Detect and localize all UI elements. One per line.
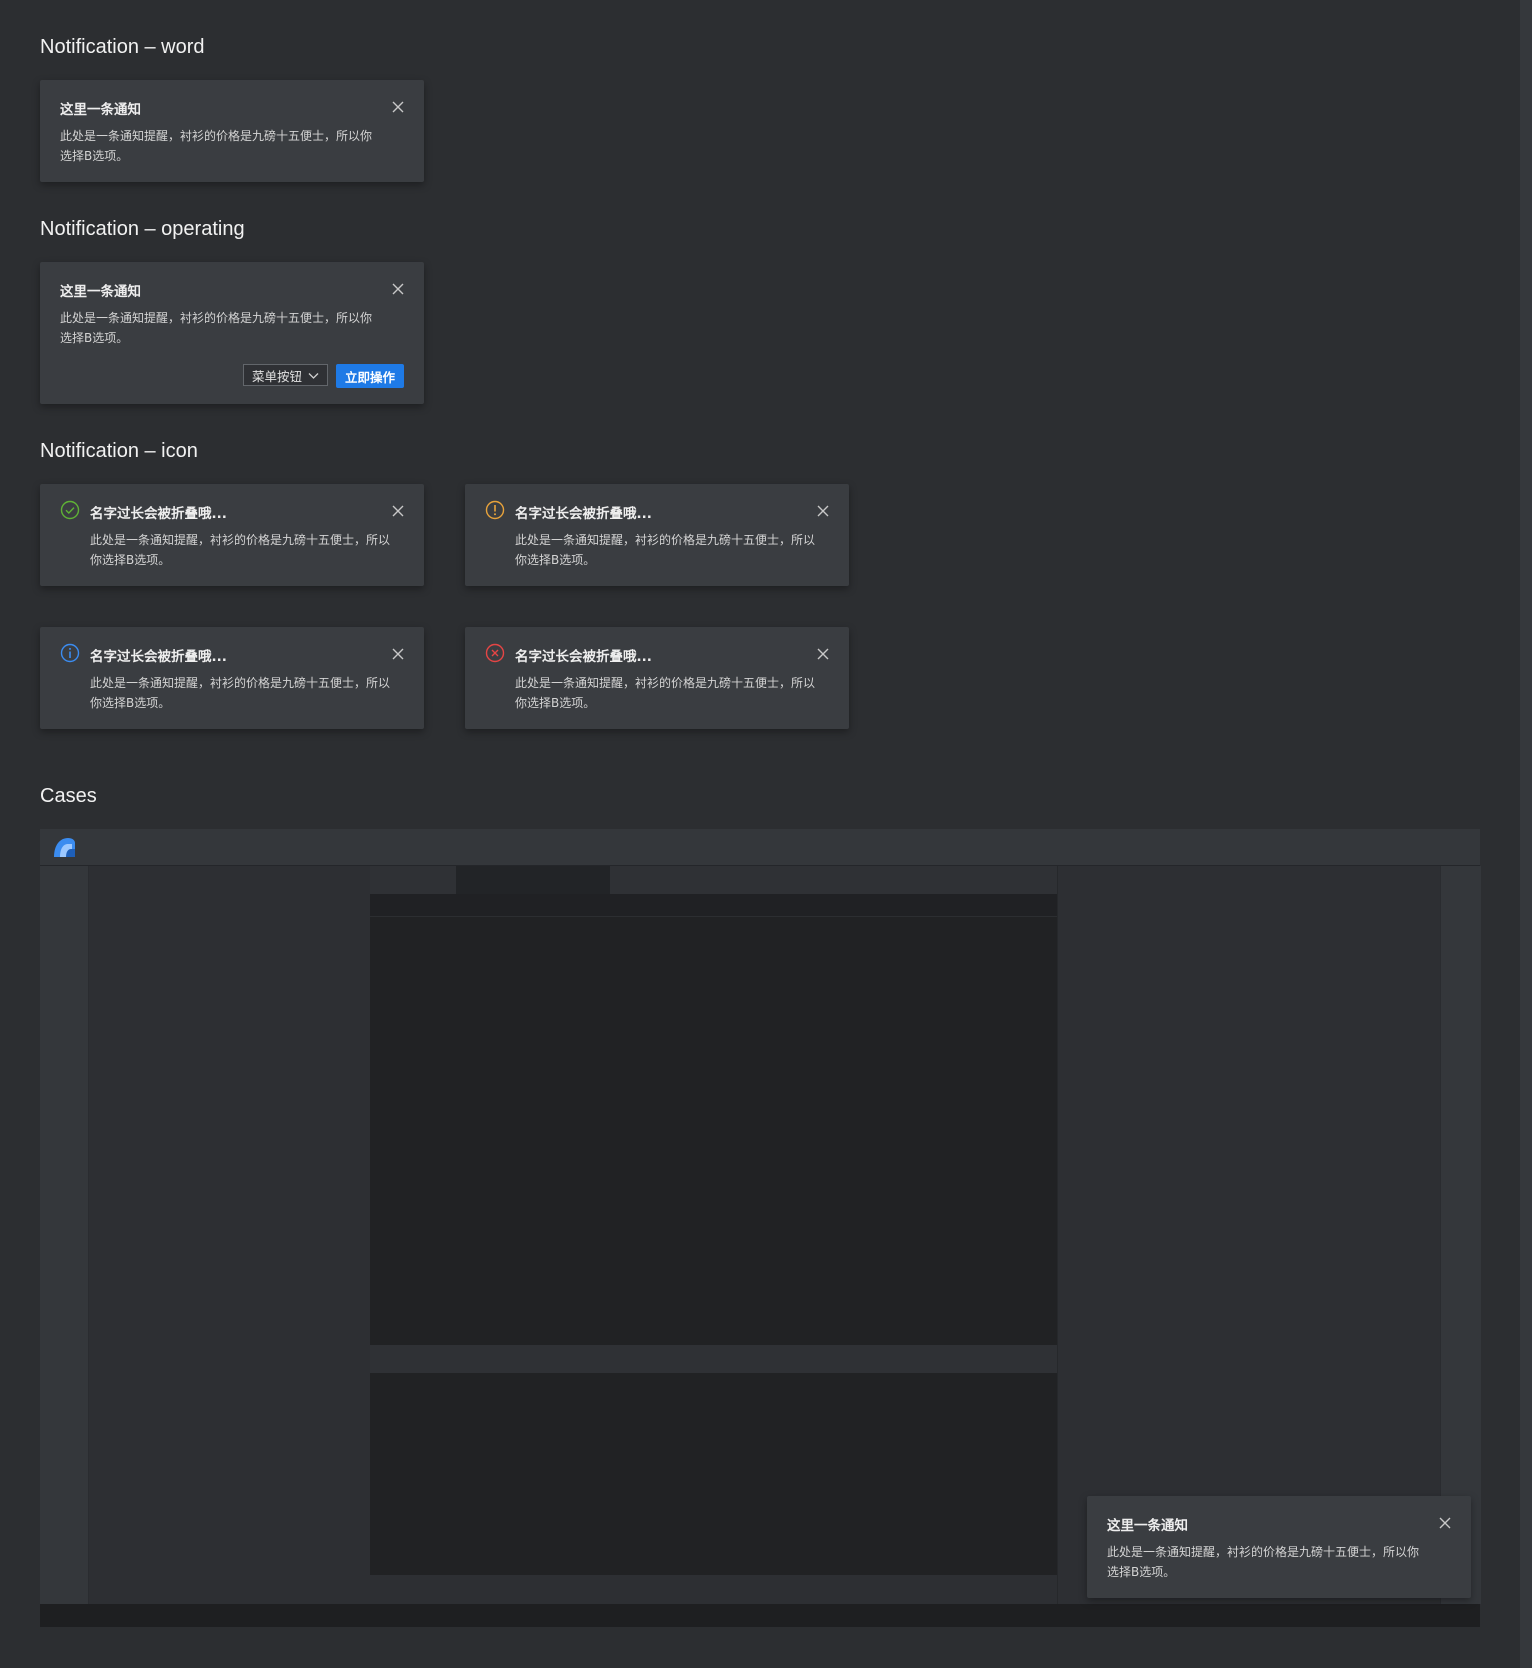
- notification-title: 名字过长会被折叠哦...: [90, 506, 227, 522]
- case-ide-mockup: 这里一条通知 此处是一条通知提醒，衬衫的价格是九磅十五便士，所以你选择B选项。: [40, 829, 1481, 1627]
- bottom-panel: [370, 1373, 1057, 1575]
- notification-body: 此处是一条通知提醒，衬衫的价格是九磅十五便士，所以你选择B选项。: [515, 533, 816, 567]
- notification-info: 名字过长会被折叠哦... 此处是一条通知提醒，衬衫的价格是九磅十五便士，所以你选…: [40, 627, 424, 729]
- section-title-cases: Cases: [40, 785, 97, 807]
- notification-title: 这里一条通知: [60, 284, 141, 300]
- notification-title: 这里一条通知: [1107, 1518, 1188, 1534]
- case-notification: 这里一条通知 此处是一条通知提醒，衬衫的价格是九磅十五便士，所以你选择B选项。: [1087, 1496, 1471, 1598]
- notification-body: 此处是一条通知提醒，衬衫的价格是九磅十五便士，所以你选择B选项。: [60, 129, 373, 163]
- side-panel: [89, 866, 371, 1604]
- case-title-bar: [40, 829, 1480, 866]
- page-scrollbar[interactable]: [1520, 0, 1532, 1668]
- close-icon[interactable]: [390, 99, 406, 115]
- notification-actions: 菜单按钮 立即操作: [242, 364, 404, 388]
- exclamation-circle-icon: [485, 500, 505, 520]
- editor-breadcrumb-bar: [370, 894, 1057, 917]
- close-icon[interactable]: [390, 503, 406, 519]
- menu-button-label: 菜单按钮: [251, 368, 302, 384]
- notification-title: 名字过长会被折叠哦...: [515, 649, 652, 665]
- close-icon[interactable]: [815, 646, 831, 662]
- immediate-action-button[interactable]: 立即操作: [335, 364, 404, 388]
- status-bar: [40, 1604, 1480, 1627]
- notification-title: 名字过长会被折叠哦...: [90, 649, 227, 665]
- app-logo-icon: [52, 836, 76, 858]
- chevron-down-icon: [308, 368, 319, 383]
- notification-title: 名字过长会被折叠哦...: [515, 506, 652, 522]
- close-icon[interactable]: [1437, 1515, 1453, 1531]
- section-title-icon: Notification – icon: [40, 440, 198, 462]
- close-icon[interactable]: [390, 281, 406, 297]
- check-circle-icon: [60, 500, 80, 520]
- notification-body: 此处是一条通知提醒，衬衫的价格是九磅十五便士，所以你选择B选项。: [90, 676, 391, 710]
- close-icon[interactable]: [815, 503, 831, 519]
- notification-body: 此处是一条通知提醒，衬衫的价格是九磅十五便士，所以你选择B选项。: [90, 533, 391, 567]
- editor-area: [370, 866, 1057, 1604]
- notification-error: 名字过长会被折叠哦... 此处是一条通知提醒，衬衫的价格是九磅十五便士，所以你选…: [465, 627, 849, 729]
- x-circle-icon: [485, 643, 505, 663]
- panel-header[interactable]: [370, 1345, 1057, 1373]
- editor-tab-active[interactable]: [456, 866, 610, 894]
- notification-operating: 这里一条通知 此处是一条通知提醒，衬衫的价格是九磅十五便士，所以你选择B选项。 …: [40, 262, 424, 404]
- close-icon[interactable]: [390, 646, 406, 662]
- editor-tab-bar: [370, 866, 1057, 894]
- section-title-operating: Notification – operating: [40, 218, 245, 240]
- notification-body: 此处是一条通知提醒，衬衫的价格是九磅十五便士，所以你选择B选项。: [1107, 1545, 1420, 1579]
- notification-body: 此处是一条通知提醒，衬衫的价格是九磅十五便士，所以你选择B选项。: [60, 311, 373, 345]
- right-activity-bar[interactable]: [1440, 866, 1481, 1604]
- notification-warning: 名字过长会被折叠哦... 此处是一条通知提醒，衬衫的价格是九磅十五便士，所以你选…: [465, 484, 849, 586]
- right-panel: [1057, 866, 1441, 1604]
- code-editor[interactable]: [370, 917, 1057, 1345]
- section-title-word: Notification – word: [40, 36, 205, 58]
- menu-dropdown-button[interactable]: 菜单按钮: [242, 364, 328, 386]
- notification-body: 此处是一条通知提醒，衬衫的价格是九磅十五便士，所以你选择B选项。: [515, 676, 816, 710]
- notification-success: 名字过长会被折叠哦... 此处是一条通知提醒，衬衫的价格是九磅十五便士，所以你选…: [40, 484, 424, 586]
- activity-bar[interactable]: [40, 866, 89, 1604]
- notification-title: 这里一条通知: [60, 102, 141, 118]
- info-circle-icon: [60, 643, 80, 663]
- notification-word: 这里一条通知 此处是一条通知提醒，衬衫的价格是九磅十五便士，所以你选择B选项。: [40, 80, 424, 182]
- panel-footer: [370, 1575, 1057, 1604]
